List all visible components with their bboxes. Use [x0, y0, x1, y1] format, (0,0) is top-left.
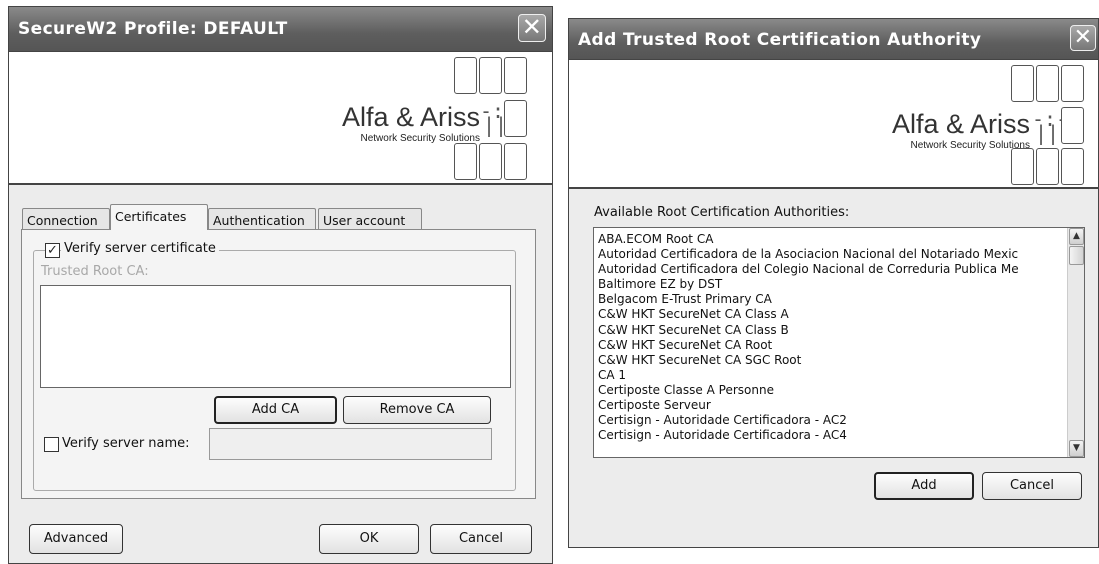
add-trusted-root-ca-dialog: Add Trusted Root Certification Authority…: [568, 18, 1099, 548]
available-authorities-list[interactable]: ABA.ECOM Root CA Autoridad Certificadora…: [593, 227, 1085, 458]
cancel-button[interactable]: Cancel: [982, 472, 1082, 500]
certificates-tab-panel: ✓ Verify server certificate Trusted Root…: [21, 229, 536, 499]
list-item[interactable]: ABA.ECOM Root CA: [594, 232, 1084, 247]
ok-button[interactable]: OK: [319, 524, 419, 554]
close-icon[interactable]: ✕: [1070, 25, 1096, 51]
list-item[interactable]: C&W HKT SecureNet CA Class A: [594, 307, 1084, 322]
add-button[interactable]: Add: [874, 472, 974, 500]
remove-ca-button[interactable]: Remove CA: [343, 396, 491, 424]
list-item[interactable]: Autoridad Certificadora de la Asociacion…: [594, 247, 1084, 262]
add-ca-logo-banner: Alfa & Ariss Network Security Solutions …: [569, 59, 1098, 189]
tab-certificates[interactable]: Certificates: [110, 204, 208, 230]
logo-square-icon: [1061, 65, 1084, 102]
scroll-up-icon[interactable]: ▲: [1069, 228, 1084, 245]
list-item[interactable]: C&W HKT SecureNet CA Root: [594, 338, 1084, 353]
logo-square-icon: [1061, 107, 1084, 144]
scroll-down-icon[interactable]: ▼: [1069, 440, 1084, 457]
profile-dialog-title: SecureW2 Profile: DEFAULT: [18, 19, 288, 39]
logo-square-icon: [454, 143, 477, 180]
logo-name: Alfa & Ariss: [341, 102, 480, 132]
verify-server-name-label: Verify server name:: [62, 436, 190, 451]
logo-square-icon: [454, 57, 477, 94]
logo-square-icon: [504, 100, 527, 137]
list-item[interactable]: Certisign - Autoridade Certificadora - A…: [594, 413, 1084, 428]
logo-square-icon: [504, 57, 527, 94]
list-scrollbar[interactable]: ▲ ▼: [1067, 228, 1084, 457]
list-item[interactable]: Certisign - Autoridade Certificadora - A…: [594, 428, 1084, 443]
tab-authentication[interactable]: Authentication: [208, 208, 316, 230]
verify-certificate-checkbox[interactable]: ✓: [45, 243, 60, 258]
scroll-thumb[interactable]: [1069, 246, 1084, 265]
verify-server-name-checkbox[interactable]: [44, 437, 59, 452]
company-logo: Alfa & Ariss Network Security Solutions: [892, 109, 1030, 152]
list-item[interactable]: Baltimore EZ by DST: [594, 277, 1084, 292]
server-name-field[interactable]: [209, 428, 492, 460]
add-ca-dialog-title: Add Trusted Root Certification Authority: [578, 30, 982, 50]
list-item[interactable]: C&W HKT SecureNet CA SGC Root: [594, 353, 1084, 368]
logo-square-icon: [1036, 148, 1059, 185]
logo-square-icon: [479, 143, 502, 180]
tab-user-account[interactable]: User account: [318, 208, 422, 230]
logo-name: Alfa & Ariss: [891, 109, 1030, 139]
list-item[interactable]: Autoridad Certificadora del Colegio Naci…: [594, 262, 1084, 277]
close-icon[interactable]: ✕: [518, 14, 546, 42]
logo-square-icon: [1011, 65, 1034, 102]
logo-square-icon: [1011, 148, 1034, 185]
logo-tagline: Network Security Solutions: [910, 140, 1031, 151]
verify-certificate-label: Verify server certificate: [61, 241, 219, 256]
profile-logo-banner: Alfa & Ariss Network Security Solutions …: [9, 51, 552, 185]
logo-square-icon: [504, 143, 527, 180]
list-item[interactable]: Certiposte Serveur: [594, 398, 1084, 413]
list-item[interactable]: Certiposte Classe A Personne: [594, 383, 1084, 398]
advanced-button[interactable]: Advanced: [29, 524, 123, 554]
cancel-button[interactable]: Cancel: [430, 524, 532, 554]
list-item[interactable]: CA 1: [594, 368, 1084, 383]
add-ca-button[interactable]: Add CA: [214, 396, 337, 424]
list-item[interactable]: Belgacom E-Trust Primary CA: [594, 292, 1084, 307]
available-authorities-label: Available Root Certification Authorities…: [594, 205, 850, 220]
logo-mark-icon: -:- ||: [1032, 107, 1069, 145]
logo-square-icon: [479, 57, 502, 94]
add-ca-dialog-body: Available Root Certification Authorities…: [569, 191, 1098, 547]
profile-dialog-titlebar[interactable]: SecureW2 Profile: DEFAULT ✕: [9, 7, 552, 51]
logo-square-icon: [1061, 148, 1084, 185]
tab-connection[interactable]: Connection: [22, 208, 110, 230]
trusted-root-ca-list[interactable]: [40, 285, 511, 388]
add-ca-dialog-titlebar[interactable]: Add Trusted Root Certification Authority…: [569, 19, 1098, 59]
company-logo: Alfa & Ariss Network Security Solutions: [342, 102, 480, 145]
logo-square-icon: [1036, 65, 1059, 102]
trusted-root-ca-label: Trusted Root CA:: [41, 264, 149, 279]
secure-w2-profile-dialog: SecureW2 Profile: DEFAULT ✕ Alfa & Ariss…: [8, 6, 553, 564]
profile-dialog-body: Connection Certificates Authentication U…: [9, 187, 552, 563]
server-certificate-group: ✓ Verify server certificate Trusted Root…: [33, 241, 516, 491]
list-item[interactable]: C&W HKT SecureNet CA Class B: [594, 323, 1084, 338]
